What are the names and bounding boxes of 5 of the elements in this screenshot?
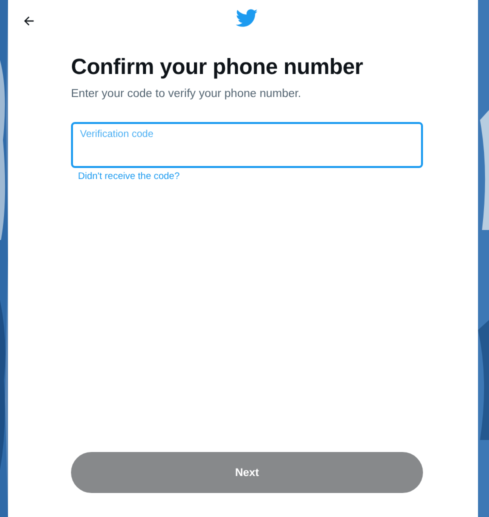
- verification-code-field[interactable]: Verification code: [71, 122, 423, 168]
- help-link[interactable]: Didn't receive the code?: [78, 171, 180, 182]
- dialog-title: Confirm your phone number: [71, 54, 364, 80]
- bird-logo-icon: [235, 7, 259, 29]
- dialog-subtitle: Enter your code to verify your phone number.: [71, 88, 302, 100]
